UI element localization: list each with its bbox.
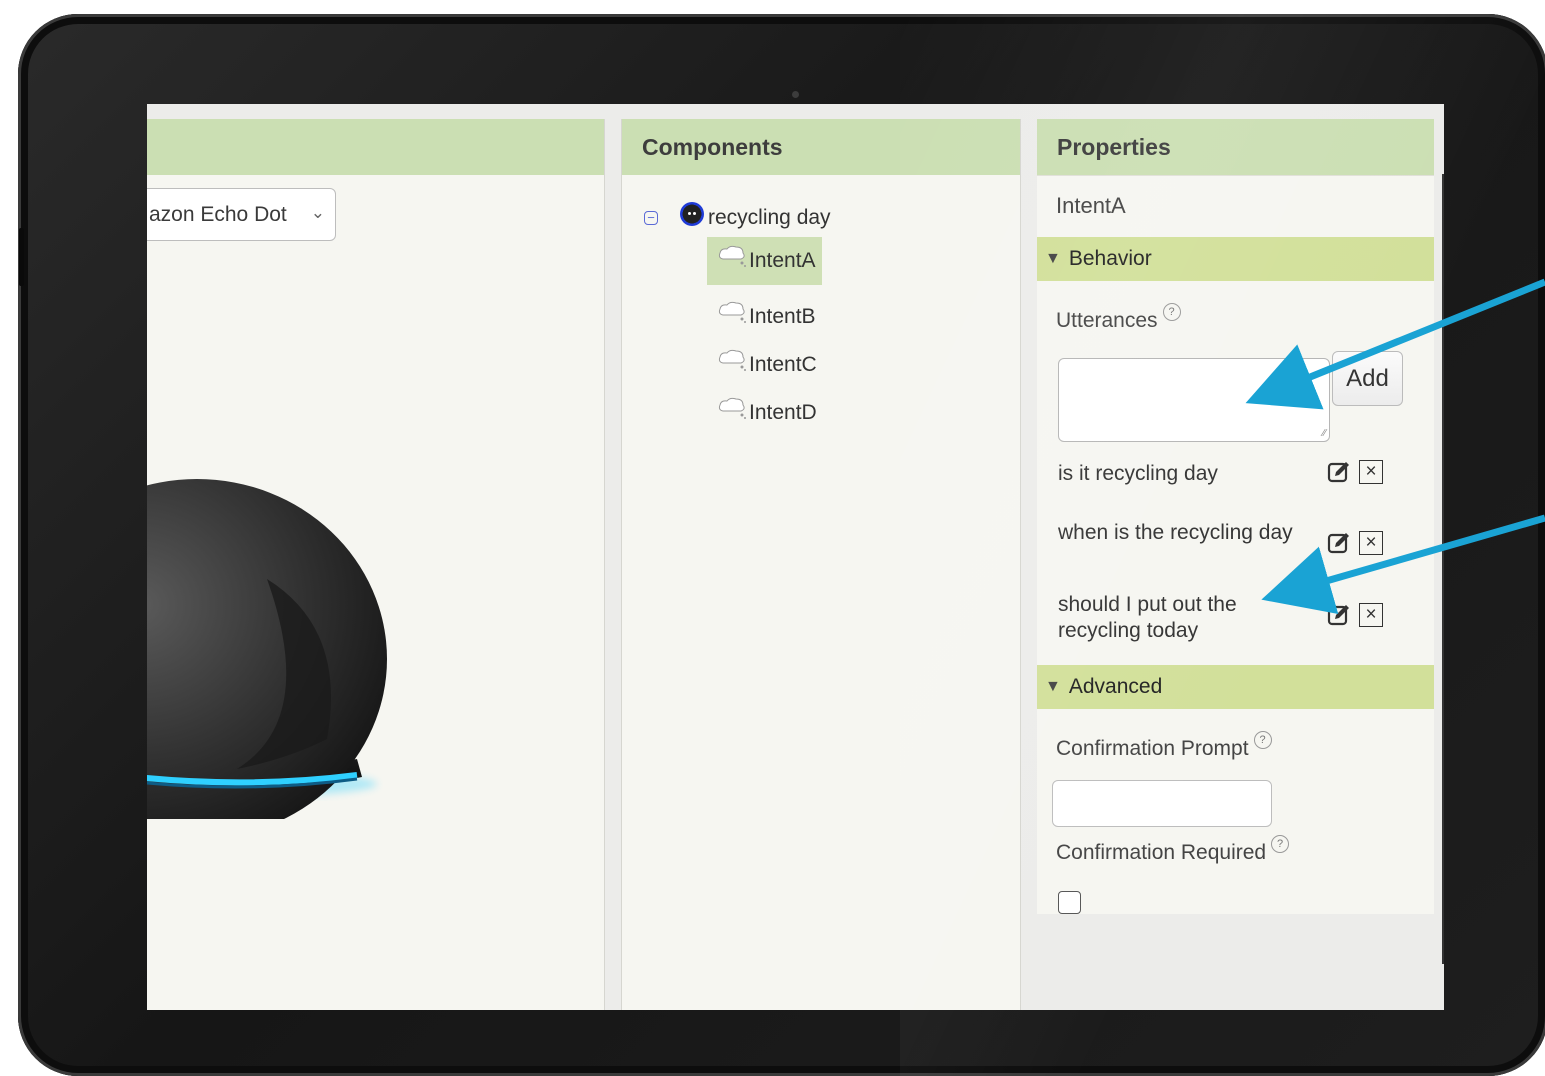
utterance-actions: × bbox=[1327, 603, 1383, 627]
collapse-minus-icon[interactable]: − bbox=[644, 211, 658, 225]
tree-item-intentc[interactable]: IntentC bbox=[707, 341, 823, 389]
thought-cloud-icon bbox=[718, 397, 746, 419]
confirmation-required-label-text: Confirmation Required bbox=[1056, 841, 1267, 864]
confirmation-prompt-label-text: Confirmation Prompt bbox=[1056, 737, 1249, 760]
device-select-value: azon Echo Dot bbox=[149, 202, 287, 226]
camera-dot bbox=[792, 91, 799, 98]
confirmation-prompt-input[interactable] bbox=[1052, 780, 1272, 827]
advanced-label: Advanced bbox=[1068, 675, 1163, 698]
chevron-down-icon: ⌄ bbox=[310, 203, 325, 222]
close-box-icon[interactable]: × bbox=[1359, 531, 1383, 555]
robot-icon bbox=[680, 202, 704, 226]
utterance-input[interactable]: ∕∕ bbox=[1058, 358, 1330, 442]
thought-cloud-icon bbox=[718, 245, 746, 267]
close-box-icon[interactable]: × bbox=[1359, 460, 1383, 484]
selected-component-name: IntentA bbox=[1037, 175, 1434, 236]
thought-cloud-icon bbox=[718, 349, 746, 371]
components-header: Components bbox=[622, 119, 1020, 175]
tree-item-label: IntentB bbox=[749, 305, 816, 328]
utterance-actions: × bbox=[1327, 531, 1383, 555]
edit-icon[interactable] bbox=[1327, 531, 1351, 555]
confirmation-required-label: Confirmation Required? bbox=[1056, 835, 1290, 865]
viewer-header bbox=[147, 119, 604, 175]
edit-icon[interactable] bbox=[1327, 460, 1351, 484]
tree-item-intenta[interactable]: IntentA bbox=[707, 237, 822, 285]
help-icon[interactable]: ? bbox=[1162, 303, 1181, 321]
properties-header: Properties bbox=[1037, 119, 1434, 175]
utterance-item: is it recycling day bbox=[1058, 462, 1218, 485]
device-select[interactable]: azon Echo Dot ⌄ bbox=[147, 188, 336, 241]
tree-root-recycling-day[interactable]: − recycling day bbox=[644, 201, 831, 235]
close-box-icon[interactable]: × bbox=[1359, 603, 1383, 627]
help-icon[interactable]: ? bbox=[1253, 731, 1272, 749]
thought-cloud-icon bbox=[718, 301, 746, 323]
edit-icon[interactable] bbox=[1327, 603, 1351, 627]
app-screen: azon Echo Dot ⌄ Components − recycling d… bbox=[147, 104, 1444, 1010]
utterances-label: Utterances? bbox=[1056, 303, 1181, 333]
tree-item-intentd[interactable]: IntentD bbox=[707, 389, 823, 437]
tree-item-intentb[interactable]: IntentB bbox=[707, 293, 822, 341]
triangle-down-icon: ▼ bbox=[1045, 678, 1061, 695]
advanced-section-toggle[interactable]: ▼ Advanced bbox=[1037, 665, 1434, 709]
confirmation-prompt-label: Confirmation Prompt? bbox=[1056, 731, 1272, 761]
viewer-panel: azon Echo Dot ⌄ bbox=[147, 119, 605, 1010]
tree-item-label: IntentA bbox=[749, 249, 816, 272]
help-icon[interactable]: ? bbox=[1271, 835, 1290, 853]
behavior-label: Behavior bbox=[1068, 247, 1152, 270]
behavior-section-toggle[interactable]: ▼ Behavior bbox=[1037, 237, 1434, 281]
tree-item-label: IntentC bbox=[749, 353, 817, 376]
properties-panel: Properties IntentA ▼ Behavior Utterances… bbox=[1037, 119, 1434, 914]
tablet-side-button bbox=[19, 228, 24, 286]
tree-root-label: recycling day bbox=[708, 206, 831, 229]
triangle-down-icon: ▼ bbox=[1045, 250, 1061, 267]
tree-item-label: IntentD bbox=[749, 401, 817, 424]
echo-dot-device-image bbox=[147, 479, 387, 819]
utterances-label-text: Utterances bbox=[1056, 309, 1158, 332]
utterance-actions: × bbox=[1327, 460, 1383, 484]
resize-grip-icon[interactable]: ∕∕ bbox=[1323, 428, 1326, 439]
scrollbar[interactable] bbox=[1442, 174, 1444, 964]
components-panel: Components − recycling day IntentA Inten… bbox=[621, 119, 1021, 1010]
confirmation-required-checkbox[interactable] bbox=[1058, 891, 1081, 914]
utterance-item: should I put out the recycling today bbox=[1058, 593, 1237, 642]
add-utterance-button[interactable]: Add bbox=[1332, 351, 1403, 406]
utterance-item: when is the recycling day bbox=[1058, 521, 1293, 544]
